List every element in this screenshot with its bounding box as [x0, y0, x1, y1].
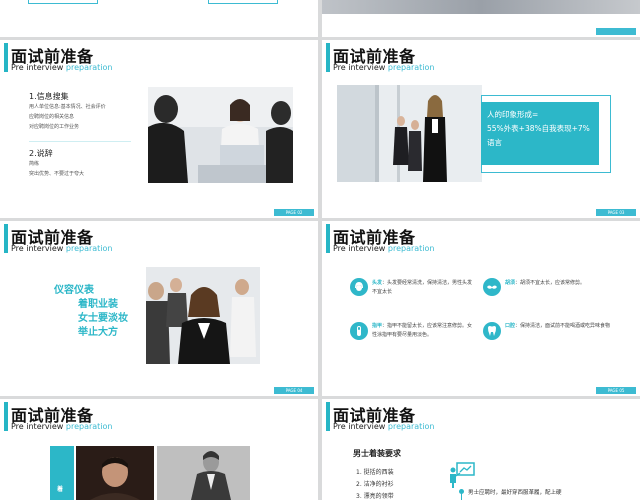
man-portrait-photo: [76, 446, 154, 500]
photo-strip: [322, 0, 640, 14]
hair-icon: [350, 278, 368, 296]
beard-icon: [483, 278, 501, 296]
speech-section-lines: 简练 突出优势、不要过于夸大: [29, 159, 84, 179]
speech-line: 简练: [29, 161, 40, 167]
nail-item: 指甲：指甲不能留太长，应该常注意修剪。女性涂指甲有要尽量用淡色。: [372, 322, 477, 340]
male-dress-note: 男士应聘时，最好穿西服革履，配上硬: [468, 490, 562, 496]
slide-thumbnail-prev-left[interactable]: [0, 0, 318, 37]
title-accent-bar: [4, 402, 8, 431]
slide-subtitle: Pre interview preparation: [333, 244, 435, 253]
info-line: 应聘岗位的相关信息: [29, 114, 75, 120]
impression-line: 语言: [487, 138, 502, 147]
impression-line: 55%外表+38%自我表现+7%: [487, 124, 590, 133]
info-section-title: 1.信息搜集: [29, 92, 69, 101]
professional-woman-photo: [146, 267, 260, 364]
tooth-text: 保持清洁，面试前不能喝酒或吃异味食物: [520, 323, 611, 329]
appearance-list: 仪容仪表 着职业装 女士要淡妆 举止大方: [54, 284, 128, 340]
impression-formula-box: 人的印象形成= 55%外表+38%自我表现+7% 语言: [481, 102, 599, 165]
male-dress-list: 1. 挺括的西装 2. 洁净的衬衫 3. 漂亮的领带: [356, 467, 394, 500]
side-accent-block: 着: [50, 446, 74, 500]
outline-box: [28, 0, 98, 4]
male-dress-item: 2. 洁净的衬衫: [356, 481, 394, 488]
slide-thumbnail-prev-right[interactable]: [322, 0, 640, 37]
info-section-lines: 用人单位信息:基本情况、社会评价 应聘岗位的相关信息 对应聘岗位的工作业务: [29, 102, 106, 132]
slide-page-02[interactable]: 面试前准备 Pre interview preparation 1.信息搜集 用…: [0, 40, 318, 218]
divider: [29, 141, 131, 142]
male-dress-item: 1. 挺括的西装: [356, 469, 394, 476]
page-badge: PAGE 05: [596, 387, 636, 394]
info-line: 对应聘岗位的工作业务: [29, 124, 80, 130]
tooth-icon: [483, 322, 501, 340]
title-accent-bar: [4, 224, 8, 253]
tooth-item: 口腔：保持清洁，面试前不能喝酒或吃异味食物: [505, 322, 615, 331]
hair-text: 头发要经常清洗，保持清洁，男性头发不宜太长: [372, 280, 473, 295]
title-accent-bar: [326, 43, 330, 72]
beard-text: 胡须不宜太长，应该常修剪。: [520, 280, 586, 286]
appearance-line: 举止大方: [78, 327, 118, 338]
slide-page-04[interactable]: 面试前准备 Pre interview preparation 仪容仪表 着职业…: [0, 221, 318, 396]
outline-box: [208, 0, 278, 4]
page-badge: PAGE 04: [274, 387, 314, 394]
slide-page-07[interactable]: 面试前准备 Pre interview preparation 男士着装要求 1…: [322, 399, 640, 500]
hair-label: 头发: [372, 280, 383, 286]
slide-subtitle: Pre interview preparation: [11, 422, 113, 431]
nail-icon: [350, 322, 368, 340]
speech-line: 突出优势、不要过于夸大: [29, 171, 85, 177]
slide-subtitle: Pre interview preparation: [11, 63, 113, 72]
side-label: 着: [57, 486, 64, 493]
nail-text: 指甲不能留太长，应该常注意修剪。女性涂指甲有要尽量用淡色。: [372, 323, 473, 338]
title-accent-bar: [326, 224, 330, 253]
timeline-dot: [459, 489, 464, 494]
title-accent-bar: [326, 402, 330, 431]
slide-subtitle: Pre interview preparation: [333, 422, 435, 431]
appearance-line: 仪容仪表: [54, 285, 94, 296]
page-badge: PAGE 03: [596, 209, 636, 216]
tooth-label: 口腔: [505, 323, 516, 329]
interview-photo: [148, 87, 293, 183]
appearance-line: 女士要淡妆: [78, 313, 128, 324]
beard-item: 胡须：胡须不宜太长，应该常修剪。: [505, 279, 615, 288]
title-accent-bar: [4, 43, 8, 72]
slide-subtitle: Pre interview preparation: [11, 244, 113, 253]
speech-section-title: 2.说辞: [29, 149, 53, 158]
slide-page-06[interactable]: 面试前准备 Pre interview preparation 着: [0, 399, 318, 500]
slide-subtitle: Pre interview preparation: [333, 63, 435, 72]
male-dress-heading: 男士着装要求: [353, 449, 401, 458]
page-badge: [596, 28, 636, 35]
business-team-photo: [337, 85, 482, 182]
page-badge: PAGE 02: [274, 209, 314, 216]
male-dress-item: 3. 漂亮的领带: [356, 493, 394, 500]
slide-page-05[interactable]: 面试前准备 Pre interview preparation 头发：头发要经常…: [322, 221, 640, 396]
info-line: 用人单位信息:基本情况、社会评价: [29, 104, 106, 110]
impression-line: 人的印象形成=: [487, 110, 539, 119]
hair-item: 头发：头发要经常清洗，保持清洁，男性头发不宜太长: [372, 279, 477, 297]
slide-page-03[interactable]: 面试前准备 Pre interview preparation 人的印象形成= …: [322, 40, 640, 218]
beard-label: 胡须: [505, 280, 516, 286]
nail-label: 指甲: [372, 323, 383, 329]
man-suit-photo: [157, 446, 250, 500]
appearance-line: 着职业装: [78, 299, 118, 310]
